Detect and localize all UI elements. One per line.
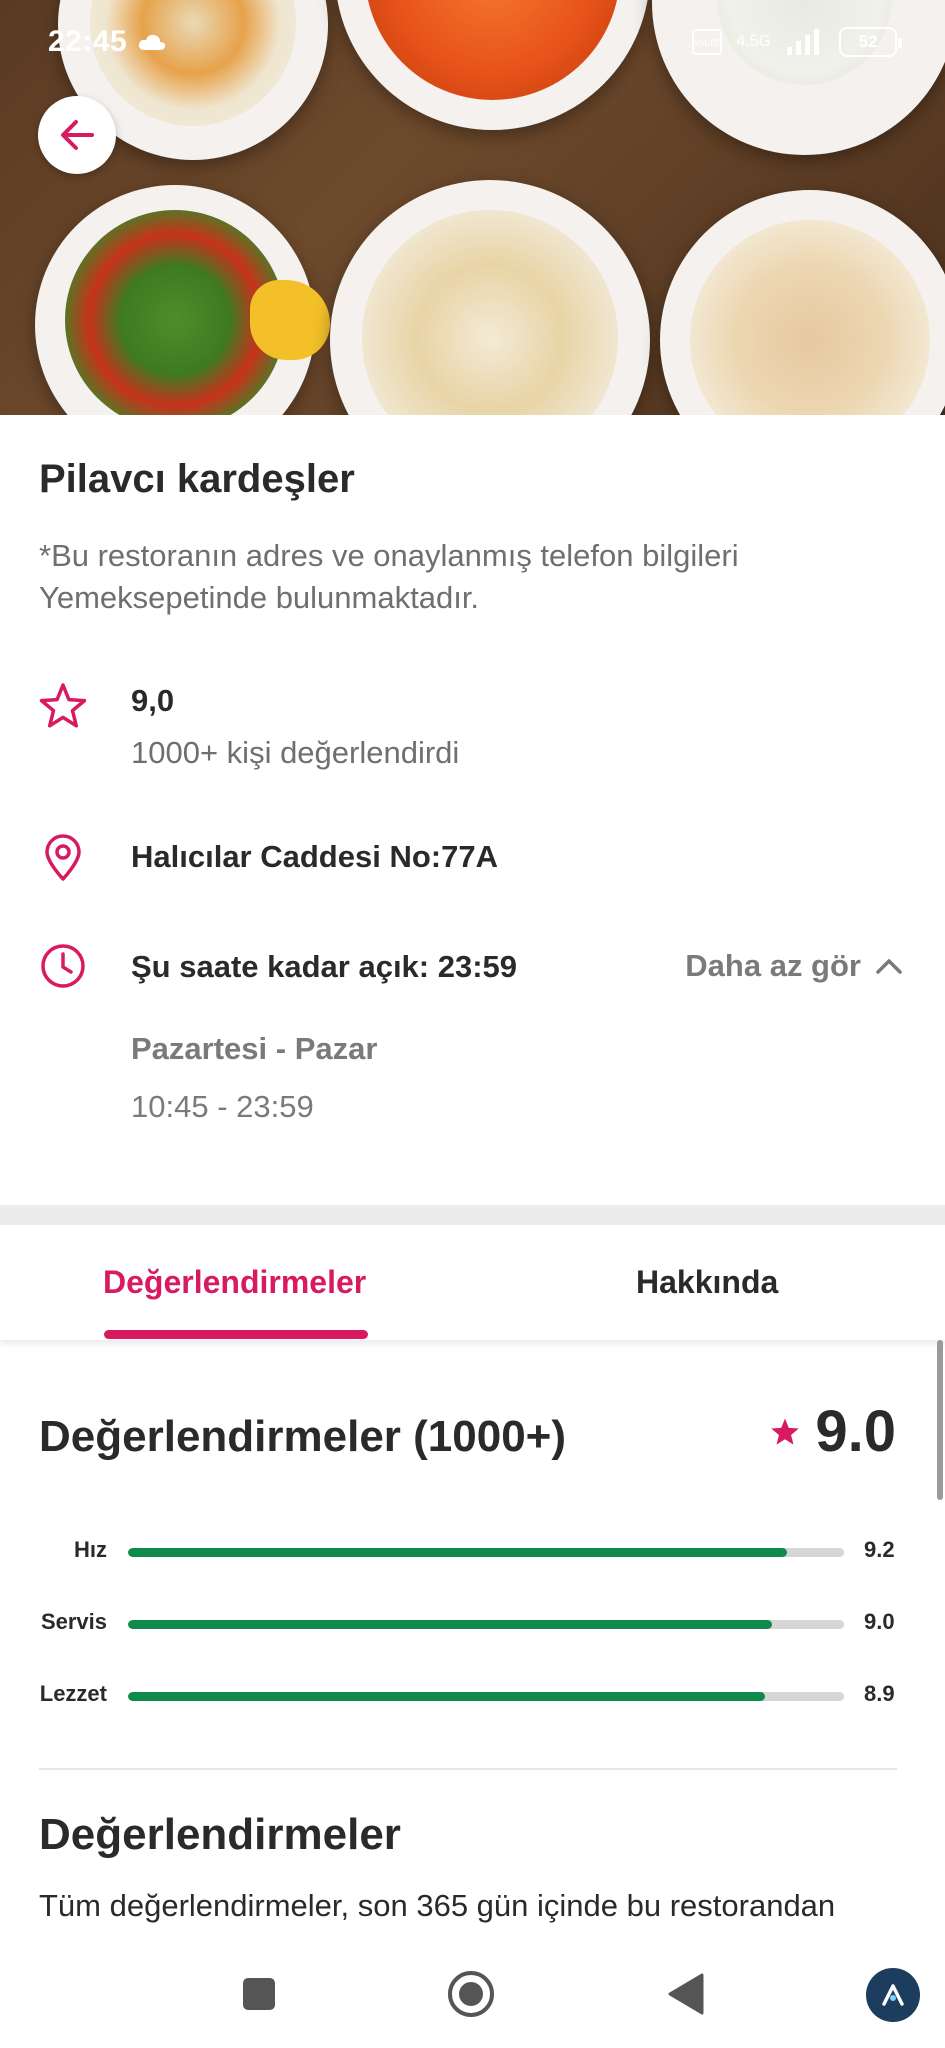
system-nav-bar <box>0 1940 945 2048</box>
opening-days: Pazartesi - Pazar <box>131 1031 378 1066</box>
restaurant-note: *Bu restoranın adres ve onaylanmış telef… <box>39 538 739 615</box>
star-outline-icon <box>39 683 87 728</box>
restaurant-info: Pilavcı kardeşler *Bu restoranın adres v… <box>0 415 945 1205</box>
star-filled-icon <box>771 1418 800 1445</box>
divider-line <box>39 1768 897 1770</box>
bar-value: 8.9 <box>864 1681 895 1706</box>
clock-icon <box>41 944 85 988</box>
show-less-button[interactable]: Daha az gör <box>685 941 903 991</box>
reviews-title: Değerlendirmeler (1000+) <box>39 1412 567 1461</box>
reviews-section-text: Tüm değerlendirmeler, son 365 gün içinde… <box>39 1888 836 1923</box>
bar-fill <box>128 1620 773 1629</box>
bar-fill <box>128 1548 787 1557</box>
network-type: 4.5G <box>736 33 771 50</box>
back-nav-button[interactable] <box>660 1968 712 2020</box>
square-icon <box>243 1978 275 2010</box>
food-plate <box>660 190 945 415</box>
scrollbar[interactable] <box>937 1340 943 1500</box>
tab-reviews[interactable]: Değerlendirmeler <box>103 1225 366 1340</box>
bar-label: Hız <box>74 1537 107 1562</box>
location-pin-icon <box>45 834 81 881</box>
app-logo-icon <box>882 1984 904 2006</box>
battery-icon: 52 <box>839 27 902 57</box>
bar-label: Servis <box>40 1609 107 1634</box>
cloud-icon <box>139 34 166 50</box>
reviews-section-title: Değerlendirmeler <box>39 1810 401 1859</box>
overall-score: 9.0 <box>769 1398 896 1465</box>
active-tab-indicator <box>104 1330 368 1339</box>
tab-bar: Değerlendirmeler Hakkında <box>0 1225 945 1340</box>
reviews-section: Değerlendirmeler (1000+) 9.0 Hız 9.2 Ser… <box>0 1340 945 1940</box>
score-bar-taste: Lezzet 8.9 <box>0 1677 945 1717</box>
chevron-up-icon <box>876 959 902 974</box>
signal-icon <box>787 29 819 55</box>
bar-value: 9.0 <box>864 1609 895 1634</box>
rating-count: 1000+ kişi değerlendirdi <box>131 735 460 770</box>
status-bar: 22:45 VoLTE 4.5G 52 <box>0 0 945 84</box>
restaurant-name: Pilavcı kardeşler <box>39 457 355 501</box>
bar-track <box>128 1692 844 1701</box>
home-button[interactable] <box>445 1968 497 2020</box>
tab-about[interactable]: Hakkında <box>636 1225 778 1340</box>
opening-hours: 10:45 - 23:59 <box>131 1089 314 1124</box>
food-plate <box>35 185 330 415</box>
bar-label: Lezzet <box>39 1681 107 1706</box>
recents-button[interactable] <box>233 1968 285 2020</box>
bar-fill <box>128 1692 766 1701</box>
score-bar-service: Servis 9.0 <box>0 1605 945 1645</box>
bar-value: 9.2 <box>864 1537 895 1562</box>
triangle-back-icon <box>668 1973 704 2015</box>
volte-icon: VoLTE <box>692 29 723 55</box>
score-bar-speed: Hız 9.2 <box>0 1533 945 1573</box>
section-divider <box>0 1205 945 1225</box>
open-until: Şu saate kadar açık: 23:59 <box>131 949 518 984</box>
assistant-icon[interactable] <box>866 1968 920 2022</box>
overall-score-value: 9.0 <box>815 1399 896 1464</box>
circle-home-icon <box>448 1971 494 2017</box>
food-plate <box>330 180 650 415</box>
restaurant-address: Halıcılar Caddesi No:77A <box>131 839 498 874</box>
bar-track <box>128 1548 844 1557</box>
arrow-left-icon <box>61 120 94 150</box>
back-button[interactable] <box>38 96 116 174</box>
svg-text:VoLTE: VoLTE <box>694 38 720 48</box>
status-indicators: VoLTE 4.5G 52 <box>692 27 902 57</box>
status-time: 22:45 <box>48 25 167 59</box>
bar-track <box>128 1620 844 1629</box>
rating-value: 9,0 <box>131 683 175 718</box>
